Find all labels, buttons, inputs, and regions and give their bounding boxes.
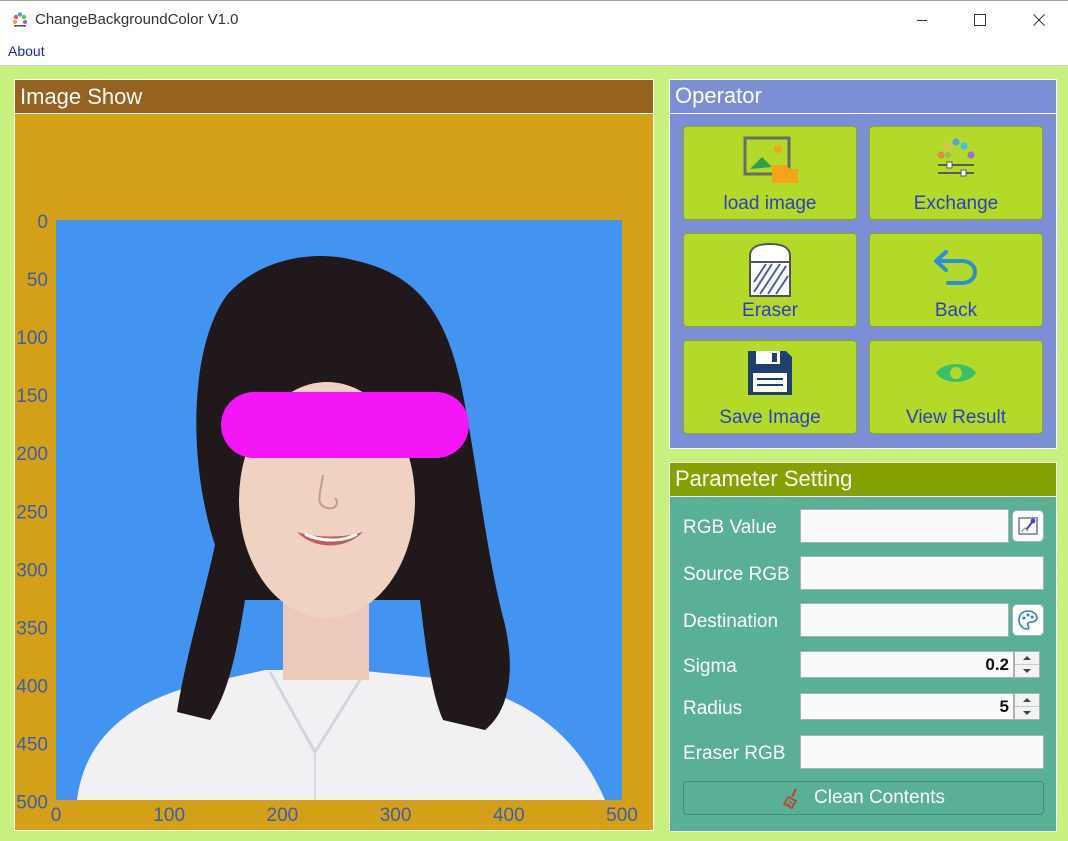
- x-tick-label: 200: [267, 805, 299, 826]
- eraser-mask-stroke: [221, 392, 469, 458]
- minimize-button[interactable]: [893, 1, 951, 39]
- portrait-photo: [56, 220, 622, 800]
- y-tick-label: 400: [16, 676, 48, 697]
- radius-increment[interactable]: [1015, 694, 1039, 706]
- image-show-panel: Image Show 0 50 100 150 200 250 300 350 …: [14, 79, 654, 831]
- menu-about[interactable]: About: [8, 43, 45, 59]
- chevron-up-icon: [1023, 656, 1031, 660]
- y-tick-label: 0: [37, 212, 48, 233]
- save-icon: [748, 351, 792, 395]
- sigma-decrement[interactable]: [1015, 664, 1039, 677]
- maximize-button[interactable]: [951, 1, 1009, 39]
- image-panel-title: Image Show: [20, 84, 142, 109]
- save-image-label: Save Image: [719, 407, 821, 428]
- save-image-button[interactable]: Save Image: [683, 340, 857, 434]
- clean-contents-button[interactable]: Clean Contents: [683, 781, 1044, 815]
- x-tick-label: 0: [51, 805, 62, 826]
- radius-spinbox[interactable]: 5: [800, 693, 1014, 720]
- eraser-icon: [749, 242, 791, 297]
- y-tick-label: 100: [16, 328, 48, 349]
- pick-color-button[interactable]: [1012, 510, 1044, 542]
- radius-label: Radius: [683, 698, 743, 719]
- back-button[interactable]: Back: [869, 233, 1043, 327]
- palette-icon: [1018, 610, 1038, 630]
- window-title-bar: ChangeBackgroundColor V1.0: [0, 0, 1068, 38]
- parameter-title: Parameter Setting: [670, 463, 1056, 497]
- destination-label: Destination: [683, 611, 779, 632]
- eraser-rgb-label: Eraser RGB: [683, 743, 786, 764]
- radius-stepper[interactable]: [1014, 693, 1040, 720]
- y-tick-label: 50: [27, 270, 48, 291]
- y-tick-label: 250: [16, 502, 48, 523]
- y-tick-label: 450: [16, 734, 48, 755]
- palette-button[interactable]: [1012, 604, 1044, 636]
- app-icon: [13, 12, 27, 27]
- color-picker-icon: [1018, 517, 1038, 535]
- source-rgb-label: Source RGB: [683, 564, 790, 585]
- load-image-button[interactable]: load image: [683, 126, 857, 220]
- chevron-up-icon: [1023, 698, 1031, 702]
- parameter-setting-panel: Parameter Setting RGB Value Source RGB D…: [669, 462, 1057, 832]
- rgb-value-field[interactable]: [800, 509, 1009, 543]
- load-image-icon: [743, 136, 798, 183]
- source-rgb-field[interactable]: [800, 556, 1044, 590]
- chevron-down-icon: [1023, 711, 1031, 715]
- operator-title: Operator: [670, 80, 1056, 114]
- client-area: Image Show 0 50 100 150 200 250 300 350 …: [0, 66, 1068, 841]
- minimize-icon: [917, 20, 927, 21]
- eraser-rgb-field[interactable]: [800, 735, 1044, 769]
- load-image-label: load image: [723, 193, 817, 214]
- radius-decrement[interactable]: [1015, 706, 1039, 719]
- destination-field[interactable]: [800, 603, 1009, 637]
- maximize-icon: [974, 14, 986, 26]
- eye-icon: [936, 364, 976, 382]
- y-tick-label: 350: [16, 618, 48, 639]
- x-tick-label: 100: [153, 805, 185, 826]
- menu-bar: About: [0, 38, 1068, 66]
- image-canvas[interactable]: Image Show 05010015020025030035040045050…: [15, 80, 653, 830]
- back-arrow-icon: [934, 250, 978, 285]
- sigma-spinbox[interactable]: 0.2: [800, 651, 1014, 678]
- view-result-button[interactable]: View Result: [869, 340, 1043, 434]
- y-tick-label: 150: [16, 386, 48, 407]
- x-tick-label: 400: [493, 805, 525, 826]
- sigma-stepper[interactable]: [1014, 651, 1040, 678]
- eraser-label: Eraser: [742, 300, 798, 321]
- close-icon: [1033, 14, 1045, 26]
- sigma-label: Sigma: [683, 656, 737, 677]
- exchange-label: Exchange: [913, 193, 999, 214]
- y-tick-label: 500: [16, 793, 48, 814]
- sigma-increment[interactable]: [1015, 652, 1039, 664]
- chevron-down-icon: [1023, 669, 1031, 673]
- x-axis-ticks: 0 100 200 300 400 500: [51, 805, 638, 826]
- y-axis-ticks: 0 50 100 150 200 250 300 350 400 450 500: [16, 212, 48, 814]
- exchange-icon: [937, 138, 975, 177]
- window-title: ChangeBackgroundColor V1.0: [35, 11, 239, 28]
- rgb-value-label: RGB Value: [683, 517, 777, 538]
- y-tick-label: 300: [16, 560, 48, 581]
- x-tick-label: 500: [606, 805, 638, 826]
- view-result-label: View Result: [906, 407, 1006, 428]
- close-button[interactable]: [1010, 1, 1068, 39]
- operator-panel: Operator load image Exchange Eraser Back…: [669, 79, 1057, 449]
- broom-icon: [782, 788, 798, 809]
- back-label: Back: [934, 300, 978, 321]
- clean-contents-label: Clean Contents: [814, 787, 945, 808]
- eraser-button[interactable]: Eraser: [683, 233, 857, 327]
- y-tick-label: 200: [16, 444, 48, 465]
- x-tick-label: 300: [380, 805, 412, 826]
- exchange-button[interactable]: Exchange: [869, 126, 1043, 220]
